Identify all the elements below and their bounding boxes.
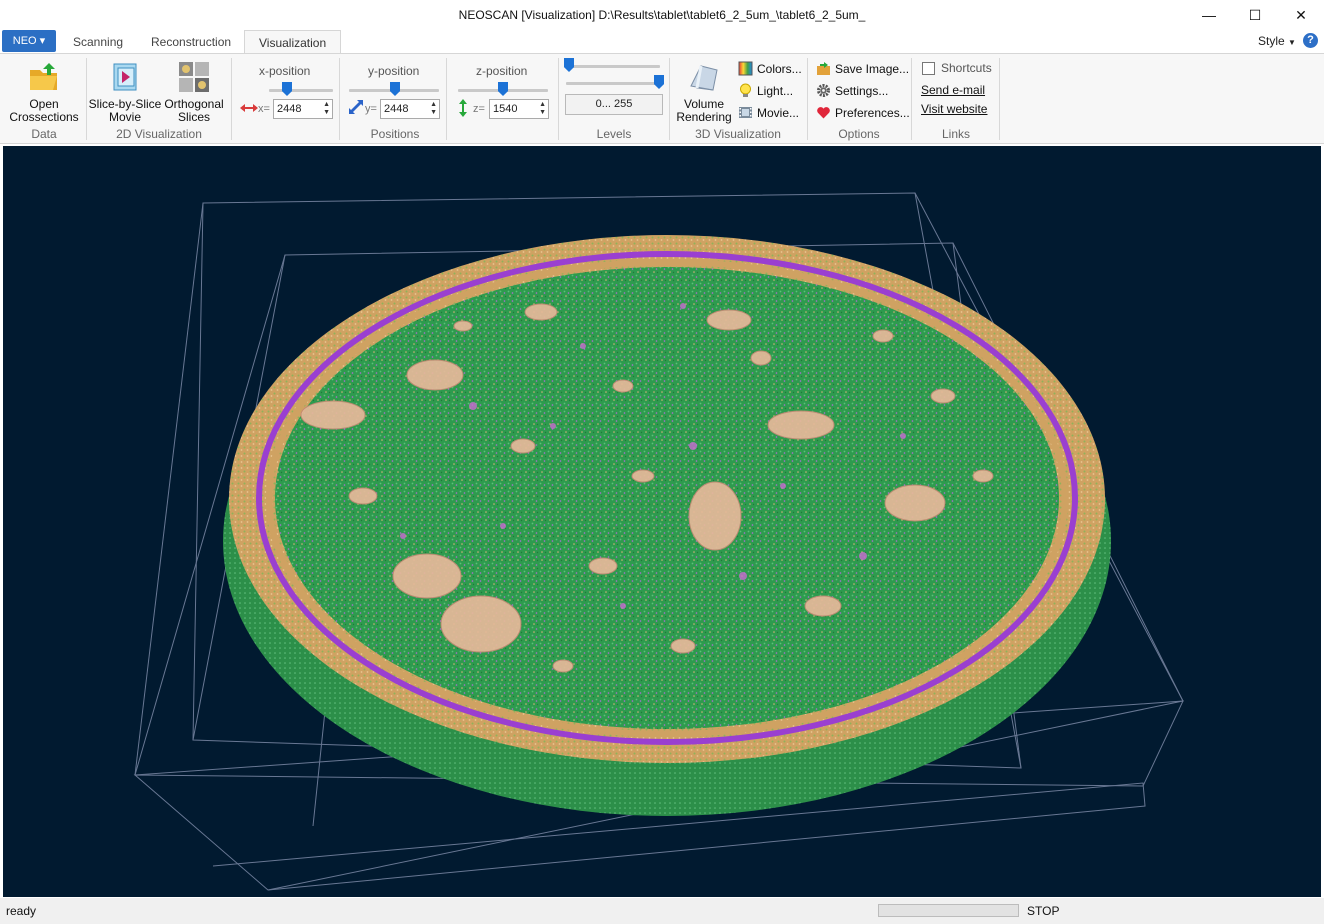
vertical-arrow-icon: [459, 99, 467, 117]
group-label-positions: Positions: [370, 127, 420, 141]
light-button[interactable]: Light...: [738, 82, 793, 100]
gear-icon: [817, 84, 830, 97]
x-slider-thumb[interactable]: [282, 82, 292, 96]
minimize-button[interactable]: —: [1186, 0, 1232, 30]
status-text: ready: [6, 904, 37, 918]
title-bar: NEOSCAN [Visualization] D:\Results\table…: [0, 0, 1324, 30]
settings-button[interactable]: Settings...: [816, 82, 888, 100]
chevron-down-icon: ▼: [1288, 38, 1296, 47]
help-icon[interactable]: ?: [1303, 33, 1318, 48]
group-label-links: Links: [941, 127, 970, 141]
z-slider-thumb[interactable]: [498, 82, 508, 96]
z-position-label: z-position: [476, 64, 528, 78]
diagonal-arrow-icon: [349, 100, 363, 114]
volume-rendering-label: Volume Rendering: [676, 97, 732, 124]
volume-rendering-icon: [690, 65, 718, 91]
levels-low-slider[interactable]: [566, 65, 660, 68]
tab-scanning[interactable]: Scanning: [59, 30, 137, 54]
z-position-input[interactable]: 1540 ▲ ▼: [489, 99, 549, 119]
x-position-input[interactable]: 2448 ▲ ▼: [273, 99, 333, 119]
status-bar: ready STOP: [0, 898, 1324, 924]
slice-movie-icon: [113, 63, 137, 91]
levels-range-box[interactable]: 0... 255: [565, 94, 663, 115]
folder-open-icon: [30, 63, 57, 90]
visit-website-link[interactable]: Visit website: [921, 102, 987, 116]
open-crossections-label: Open Crossections: [9, 97, 79, 124]
group-positions: x-position x= 2448 ▲ ▼ y-position y= 2448 ▲…: [232, 54, 558, 144]
preferences-label: Preferences...: [835, 106, 910, 120]
film-icon: [739, 107, 752, 118]
orthogonal-slices-icon: [179, 62, 209, 92]
volume-render-viewport[interactable]: [3, 146, 1321, 897]
colors-button[interactable]: Colors...: [738, 60, 802, 78]
movie-button[interactable]: Movie...: [738, 104, 799, 122]
horizontal-arrow-icon: [240, 104, 258, 112]
levels-high-slider[interactable]: [566, 82, 660, 85]
app-menu-label: NEO: [12, 35, 37, 47]
spin-arrows-icon[interactable]: ▲ ▼: [539, 101, 546, 117]
spin-arrows-icon[interactable]: ▲ ▼: [430, 101, 437, 117]
movie-label: Movie...: [757, 106, 800, 120]
ribbon: Open Crossections Data Slice-by-Slice Mo…: [0, 53, 1324, 144]
save-image-icon: [817, 62, 830, 75]
levels-low-thumb[interactable]: [564, 58, 574, 72]
stop-button[interactable]: STOP: [1027, 904, 1059, 918]
tab-visualization[interactable]: Visualization: [244, 30, 342, 54]
style-menu[interactable]: Style ▼: [1258, 34, 1296, 48]
preferences-button[interactable]: Preferences...: [816, 104, 910, 122]
y-value: 2448: [384, 103, 409, 115]
color-palette-icon: [738, 61, 753, 76]
shortcuts-label[interactable]: Shortcuts: [941, 59, 992, 77]
group-data: Open Crossections Data: [4, 54, 84, 144]
save-image-label: Save Image...: [835, 62, 910, 76]
open-crossections-button[interactable]: Open Crossections: [8, 60, 80, 124]
close-button[interactable]: ✕: [1278, 0, 1324, 30]
x-value: 2448: [277, 103, 302, 115]
y-prefix: y=: [365, 103, 377, 115]
tablet-volume-render[interactable]: [3, 146, 1321, 897]
group-levels: 0... 255 Levels: [559, 54, 669, 144]
app-menu-button[interactable]: NEO ▾: [2, 30, 56, 52]
group-options: Save Image... Settings... Preferences...…: [808, 54, 910, 144]
levels-high-thumb[interactable]: [654, 75, 664, 89]
z-value: 1540: [493, 103, 518, 115]
x-prefix: x=: [258, 103, 270, 115]
group-links: Shortcuts Send e-mail Visit website Link…: [912, 54, 1000, 144]
heart-icon: [817, 107, 830, 119]
slice-by-slice-label: Slice-by-Slice Movie: [88, 97, 162, 124]
y-position-input[interactable]: 2448 ▲ ▼: [380, 99, 440, 119]
orthogonal-slices-label: Orthogonal Slices: [164, 97, 224, 124]
x-position-label: x-position: [259, 64, 311, 78]
orthogonal-slices-button[interactable]: Orthogonal Slices: [161, 60, 227, 124]
settings-label: Settings...: [835, 84, 889, 98]
style-menu-label: Style: [1258, 34, 1285, 48]
volume-rendering-button[interactable]: Volume Rendering: [672, 60, 736, 124]
group-label-3d: 3D Visualization: [695, 127, 781, 141]
colors-label: Colors...: [757, 62, 802, 76]
ribbon-tabs: NEO ▾ Scanning Reconstruction Visualizat…: [0, 30, 1324, 54]
save-image-button[interactable]: Save Image...: [816, 60, 909, 78]
group-label-options: Options: [838, 127, 880, 141]
z-prefix: z=: [473, 103, 485, 115]
tab-reconstruction[interactable]: Reconstruction: [137, 30, 245, 54]
window-title: NEOSCAN [Visualization] D:\Results\table…: [458, 8, 866, 22]
maximize-button[interactable]: ☐: [1232, 0, 1278, 30]
light-label: Light...: [757, 84, 794, 98]
progress-bar: [878, 904, 1019, 917]
spin-arrows-icon[interactable]: ▲ ▼: [323, 101, 330, 117]
group-2d-visualization: Slice-by-Slice Movie Orthogonal Slices 2…: [88, 54, 230, 144]
slice-by-slice-movie-button[interactable]: Slice-by-Slice Movie: [88, 60, 162, 124]
x-position-slider[interactable]: [269, 89, 333, 92]
ribbon-divider: [999, 58, 1000, 140]
group-label-levels: Levels: [596, 127, 632, 141]
group-label-2d: 2D Visualization: [116, 127, 202, 141]
group-3d-visualization: Volume Rendering Colors... Light... Movi…: [670, 54, 806, 144]
y-position-label: y-position: [368, 64, 420, 78]
ribbon-divider: [86, 58, 87, 140]
send-email-link[interactable]: Send e-mail: [921, 83, 985, 97]
shortcuts-checkbox[interactable]: [922, 62, 935, 75]
group-label-data: Data: [31, 127, 57, 141]
y-slider-thumb[interactable]: [390, 82, 400, 96]
light-bulb-icon: [740, 83, 751, 97]
